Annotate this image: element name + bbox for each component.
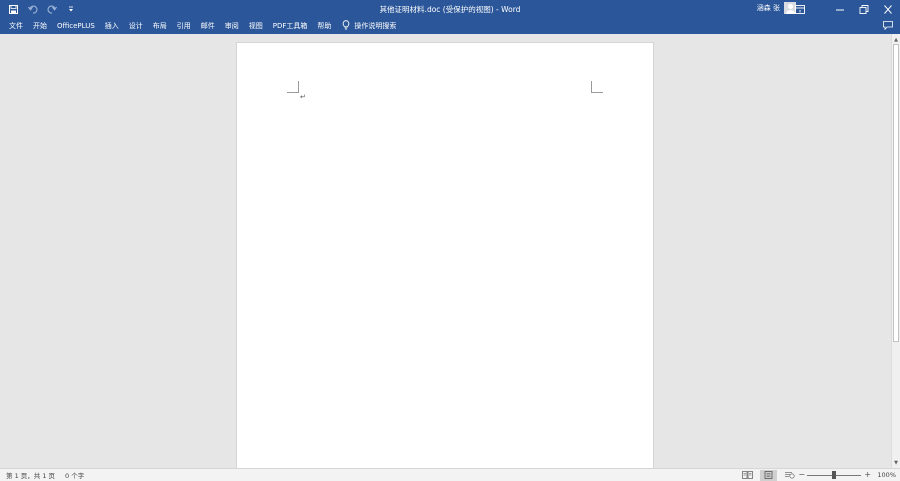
document-page[interactable]: ↵: [236, 42, 654, 468]
zoom-slider-thumb[interactable]: [832, 471, 837, 479]
tell-me-label: 操作说明搜索: [354, 22, 397, 30]
tab-help[interactable]: 帮助: [312, 19, 336, 33]
web-layout-icon[interactable]: [781, 470, 798, 481]
scroll-up-icon[interactable]: ▲: [892, 35, 900, 44]
tab-mailings[interactable]: 邮件: [196, 19, 220, 33]
zoom-in-button[interactable]: +: [864, 471, 871, 479]
tab-view[interactable]: 视图: [244, 19, 268, 33]
user-name: 涵森 张: [756, 4, 780, 12]
margin-corner-top-left: [287, 81, 299, 93]
paragraph-mark: ↵: [300, 93, 306, 101]
quick-access-toolbar: [6, 2, 78, 16]
tab-design[interactable]: 设计: [124, 19, 148, 33]
tab-pdf-toolbox[interactable]: PDF工具箱: [268, 19, 313, 33]
title-bar: 其他证明材料.doc (受保护的视图) - Word 涵森 张: [0, 0, 900, 18]
tab-insert[interactable]: 插入: [100, 19, 124, 33]
document-workspace: ↵: [0, 34, 891, 468]
zoom-percentage[interactable]: 100%: [877, 471, 896, 479]
tab-home[interactable]: 开始: [28, 19, 52, 33]
margin-corner-top-right: [591, 81, 603, 93]
minimize-icon[interactable]: [828, 0, 852, 18]
ribbon-tabs: 文件 开始 OfficePLUS 插入 设计 布局 引用 邮件 审阅 视图 PD…: [0, 18, 900, 34]
close-icon[interactable]: [876, 0, 900, 18]
chevron-down-icon[interactable]: [63, 2, 78, 16]
undo-icon[interactable]: [25, 2, 40, 16]
comment-icon[interactable]: [883, 21, 893, 31]
tell-me-search[interactable]: 操作说明搜索: [342, 20, 396, 32]
window-controls: [788, 0, 900, 18]
page-count[interactable]: 第 1 页，共 1 页: [6, 470, 55, 480]
zoom-slider[interactable]: [807, 471, 862, 479]
tab-file[interactable]: 文件: [4, 19, 28, 33]
tab-references[interactable]: 引用: [172, 19, 196, 33]
lightbulb-icon: [342, 20, 350, 32]
tab-layout[interactable]: 布局: [148, 19, 172, 33]
scrollbar-thumb[interactable]: [893, 44, 899, 342]
save-icon[interactable]: [6, 2, 21, 16]
vertical-scrollbar[interactable]: ▲ ▼: [891, 34, 900, 468]
word-count[interactable]: 0 个字: [65, 470, 84, 480]
view-buttons: [739, 469, 798, 481]
tab-review[interactable]: 审阅: [220, 19, 244, 33]
zoom-control: − + 100%: [798, 469, 896, 481]
read-mode-icon[interactable]: [739, 470, 756, 481]
zoom-out-button[interactable]: −: [798, 471, 805, 479]
ribbon-display-options-icon[interactable]: [788, 0, 812, 18]
scroll-down-icon[interactable]: ▼: [892, 458, 900, 467]
print-layout-icon[interactable]: [760, 469, 777, 481]
restore-icon[interactable]: [852, 0, 876, 18]
status-bar: 第 1 页，共 1 页 0 个字 − + 100%: [0, 468, 900, 481]
tab-officeplus[interactable]: OfficePLUS: [52, 19, 100, 33]
redo-icon[interactable]: [44, 2, 59, 16]
